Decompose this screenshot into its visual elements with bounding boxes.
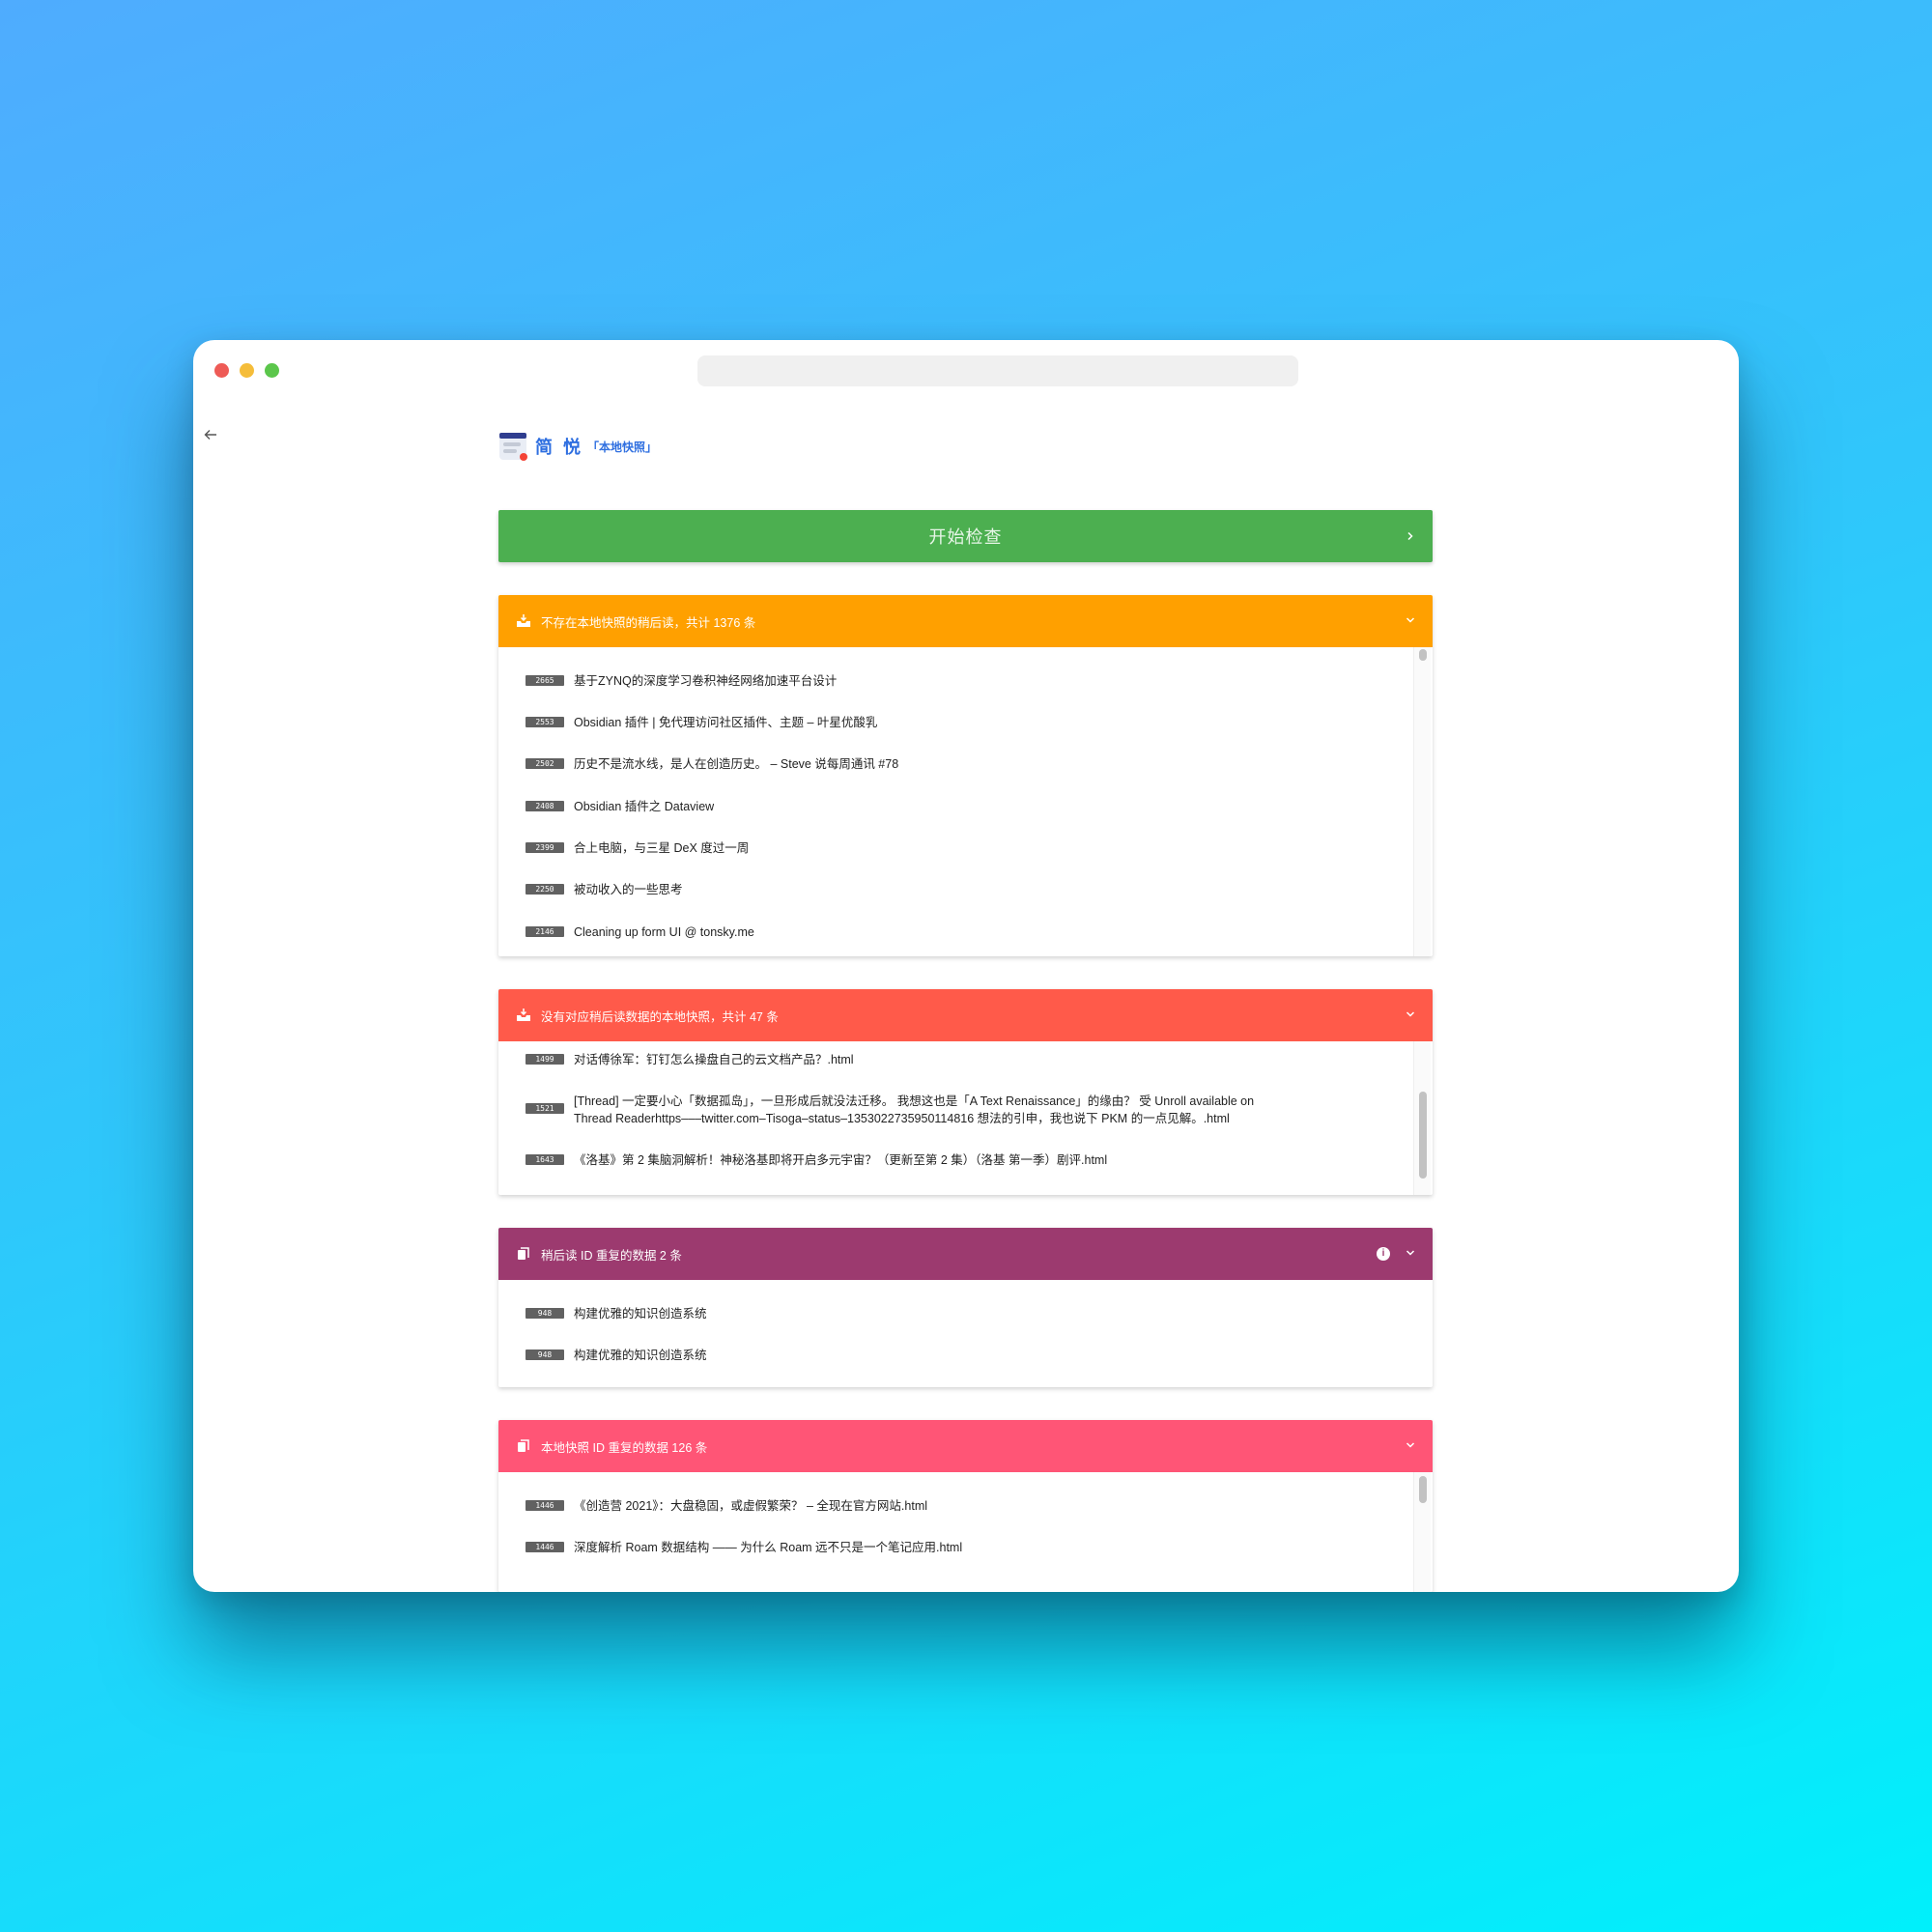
item-title: 合上电脑，与三星 DeX 度过一周: [574, 841, 750, 855]
item-title: 构建优雅的知识创造系统: [574, 1349, 707, 1362]
copy-icon: [516, 1246, 531, 1262]
panel-list[interactable]: 2665 基于ZYNQ的深度学习卷积神经网络加速平台设计 2553 Obsidian…: [498, 647, 1433, 956]
panel-header[interactable]: 稍后读 ID 重复的数据 2 条 i: [498, 1228, 1433, 1280]
chevron-down-icon[interactable]: [1406, 1420, 1415, 1472]
id-badge: 948: [526, 1350, 564, 1360]
copy-icon: [516, 1438, 531, 1454]
list-item[interactable]: 2146 Cleaning up form UI @ tonsky.me: [526, 923, 754, 941]
minimize-window-button[interactable]: [240, 363, 254, 378]
item-title: 对话傅徐军：钉钉怎么操盘自己的云文档产品？.html: [574, 1053, 854, 1066]
chevron-down-icon[interactable]: [1406, 1228, 1415, 1280]
panel-header[interactable]: 没有对应稍后读数据的本地快照，共计 47 条: [498, 989, 1433, 1041]
id-badge: 2399: [526, 842, 564, 853]
list-item[interactable]: 1521 [Thread] 一定要小心「数据孤岛」，一旦形成后就没法迁移。 我想…: [526, 1093, 1254, 1127]
item-title: 深度解析 Roam 数据结构 —— 为什么 Roam 远不只是一个笔记应用.ht…: [574, 1541, 963, 1554]
item-title-line-2: Thread Readerhttps–––twitter.com–Tisoga–…: [574, 1112, 1230, 1125]
item-title: [Thread] 一定要小心「数据孤岛」，一旦形成后就没法迁移。 我想这也是「A…: [574, 1093, 1254, 1127]
panel-list[interactable]: 1499 对话傅徐军：钉钉怎么操盘自己的云文档产品？.html 1521 [Thr…: [498, 1041, 1433, 1195]
chevron-right-icon: [1406, 510, 1415, 562]
panel-title: 不存在本地快照的稍后读，共计 1376 条: [541, 615, 756, 630]
inbox-download-icon: [516, 613, 531, 629]
chevron-down-icon[interactable]: [1406, 989, 1415, 1041]
title-bar: [193, 340, 1739, 402]
item-title: Cleaning up form UI @ tonsky.me: [574, 925, 754, 939]
scrollbar[interactable]: [1413, 1041, 1431, 1195]
id-badge: 2408: [526, 801, 564, 811]
item-title: Obsidian 插件 | 免代理访问社区插件、主题 – 叶星优酸乳: [574, 716, 878, 729]
list-item[interactable]: 2408 Obsidian 插件之 Dataview: [526, 798, 714, 815]
id-badge: 2553: [526, 717, 564, 727]
list-item[interactable]: 1446 深度解析 Roam 数据结构 —— 为什么 Roam 远不只是一个笔记应…: [526, 1539, 962, 1556]
start-check-button[interactable]: 开始检查: [498, 510, 1433, 562]
list-item[interactable]: 2250 被动收入的一些思考: [526, 881, 683, 898]
item-title: 基于ZYNQ的深度学习卷积神经网络加速平台设计: [574, 674, 838, 688]
maximize-window-button[interactable]: [265, 363, 279, 378]
list-item[interactable]: 1643 《洛基》第 2 集脑洞解析！神秘洛基即将开启多元宇宙？（更新至第 2 集…: [526, 1151, 1107, 1169]
scrollbar-thumb[interactable]: [1419, 1092, 1427, 1179]
inbox-download-icon: [516, 1008, 531, 1023]
list-item[interactable]: 2502 历史不是流水线，是人在创造历史。 – Steve 说每周通讯 #78: [526, 755, 898, 773]
scrollbar-thumb[interactable]: [1419, 1476, 1427, 1503]
list-item[interactable]: 948 构建优雅的知识创造系统: [526, 1305, 707, 1322]
address-bar[interactable]: [697, 355, 1298, 386]
list-item[interactable]: 948 构建优雅的知识创造系统: [526, 1347, 707, 1364]
item-title-line-1: [Thread] 一定要小心「数据孤岛」，一旦形成后就没法迁移。 我想这也是「A…: [574, 1094, 1255, 1108]
id-badge: 1446: [526, 1500, 564, 1511]
id-badge: 2502: [526, 758, 564, 769]
item-title: 《创造营 2021》：大盘稳固，或虚假繁荣？ – 全现在官方网站.html: [574, 1499, 928, 1513]
close-window-button[interactable]: [214, 363, 229, 378]
scrollbar[interactable]: [1413, 647, 1431, 956]
id-badge: 2250: [526, 884, 564, 895]
panel-list[interactable]: 948 构建优雅的知识创造系统 948 构建优雅的知识创造系统: [498, 1280, 1433, 1387]
list-item[interactable]: 2399 合上电脑，与三星 DeX 度过一周: [526, 839, 749, 857]
id-badge: 1521: [526, 1103, 564, 1114]
chevron-down-icon[interactable]: [1406, 595, 1415, 647]
scrollbar[interactable]: [1413, 1472, 1431, 1592]
brand-header: 简 悦 「本地快照」: [498, 429, 657, 464]
browser-window: 简 悦 「本地快照」 开始检查 不存在本地快照的稍后读，共计 1376 条 26…: [193, 340, 1739, 1592]
panel-title: 稍后读 ID 重复的数据 2 条: [541, 1248, 682, 1263]
info-icon[interactable]: i: [1377, 1247, 1390, 1261]
id-badge: 948: [526, 1308, 564, 1319]
id-badge: 1499: [526, 1054, 564, 1065]
panel-duplicate-readlater: 稍后读 ID 重复的数据 2 条 i 948 构建优雅的知识创造系统 948 构建优…: [498, 1228, 1433, 1387]
id-badge: 2665: [526, 675, 564, 686]
panel-missing-snapshots: 不存在本地快照的稍后读，共计 1376 条 2665 基于ZYNQ的深度学习卷积神…: [498, 595, 1433, 956]
panel-header[interactable]: 不存在本地快照的稍后读，共计 1376 条: [498, 595, 1433, 647]
item-title: 《洛基》第 2 集脑洞解析！神秘洛基即将开启多元宇宙？（更新至第 2 集）（洛基…: [574, 1153, 1108, 1167]
id-badge: 1643: [526, 1154, 564, 1165]
brand-name: 简 悦: [535, 438, 584, 457]
id-badge: 1446: [526, 1542, 564, 1552]
item-title: Obsidian 插件之 Dataview: [574, 800, 715, 813]
panel-orphan-snapshots: 没有对应稍后读数据的本地快照，共计 47 条 1499 对话傅徐军：钉钉怎么操盘自…: [498, 989, 1433, 1195]
panel-duplicate-snapshots: 本地快照 ID 重复的数据 126 条 1446 《创造营 2021》：大盘稳固，…: [498, 1420, 1433, 1592]
item-title: 构建优雅的知识创造系统: [574, 1307, 707, 1321]
list-item[interactable]: 1446 《创造营 2021》：大盘稳固，或虚假繁荣？ – 全现在官方网站.htm…: [526, 1497, 927, 1515]
panel-header[interactable]: 本地快照 ID 重复的数据 126 条: [498, 1420, 1433, 1472]
start-check-label: 开始检查: [928, 527, 1003, 547]
item-title: 被动收入的一些思考: [574, 883, 683, 896]
list-item[interactable]: 2665 基于ZYNQ的深度学习卷积神经网络加速平台设计: [526, 672, 837, 690]
panel-title: 没有对应稍后读数据的本地快照，共计 47 条: [541, 1009, 779, 1024]
item-title: 历史不是流水线，是人在创造历史。 – Steve 说每周通讯 #78: [574, 757, 899, 771]
list-item[interactable]: 2553 Obsidian 插件 | 免代理访问社区插件、主题 – 叶星优酸乳: [526, 714, 877, 731]
panel-title: 本地快照 ID 重复的数据 126 条: [541, 1440, 708, 1455]
list-item[interactable]: 1499 对话傅徐军：钉钉怎么操盘自己的云文档产品？.html: [526, 1051, 854, 1068]
id-badge: 2146: [526, 926, 564, 937]
back-arrow-icon[interactable]: [199, 425, 222, 448]
scrollbar-thumb[interactable]: [1419, 649, 1427, 661]
simpread-logo-icon: [498, 431, 529, 462]
brand-subtitle: 「本地快照」: [587, 440, 658, 454]
panel-list[interactable]: 1446 《创造营 2021》：大盘稳固，或虚假繁荣？ – 全现在官方网站.htm…: [498, 1472, 1433, 1592]
